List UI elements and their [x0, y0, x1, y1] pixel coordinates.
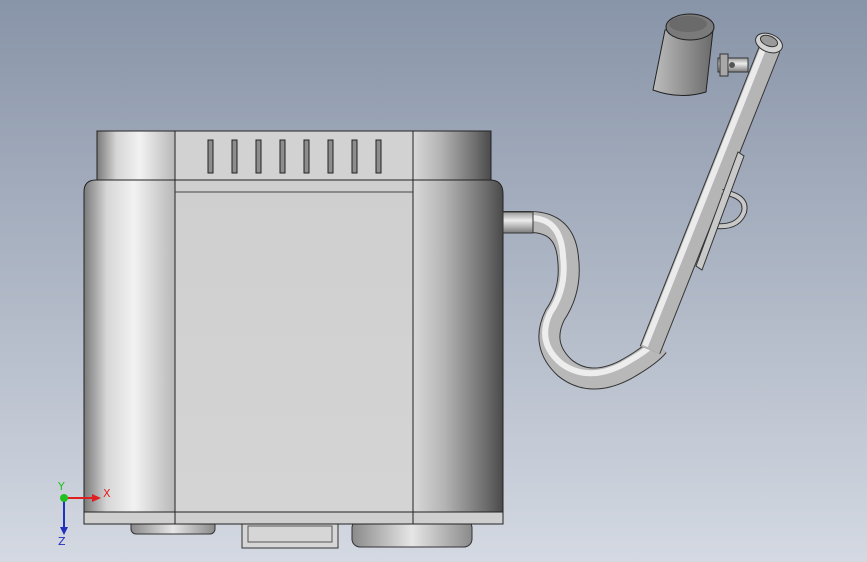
y-axis-dot-icon — [60, 494, 68, 502]
lamp-head — [652, 13, 749, 96]
x-axis-label: X — [103, 487, 111, 500]
z-axis-arrow-icon — [60, 527, 68, 535]
outlet-pipe — [502, 211, 667, 390]
y-axis-label: Y — [57, 480, 65, 493]
tank-body[interactable] — [83, 179, 504, 525]
cad-viewport[interactable]: X Y Z — [0, 0, 867, 562]
model-view[interactable]: X Y Z — [0, 0, 867, 562]
tank-top-rim — [96, 130, 492, 183]
bottom-bracket — [241, 521, 339, 549]
z-axis-label: Z — [58, 535, 66, 548]
